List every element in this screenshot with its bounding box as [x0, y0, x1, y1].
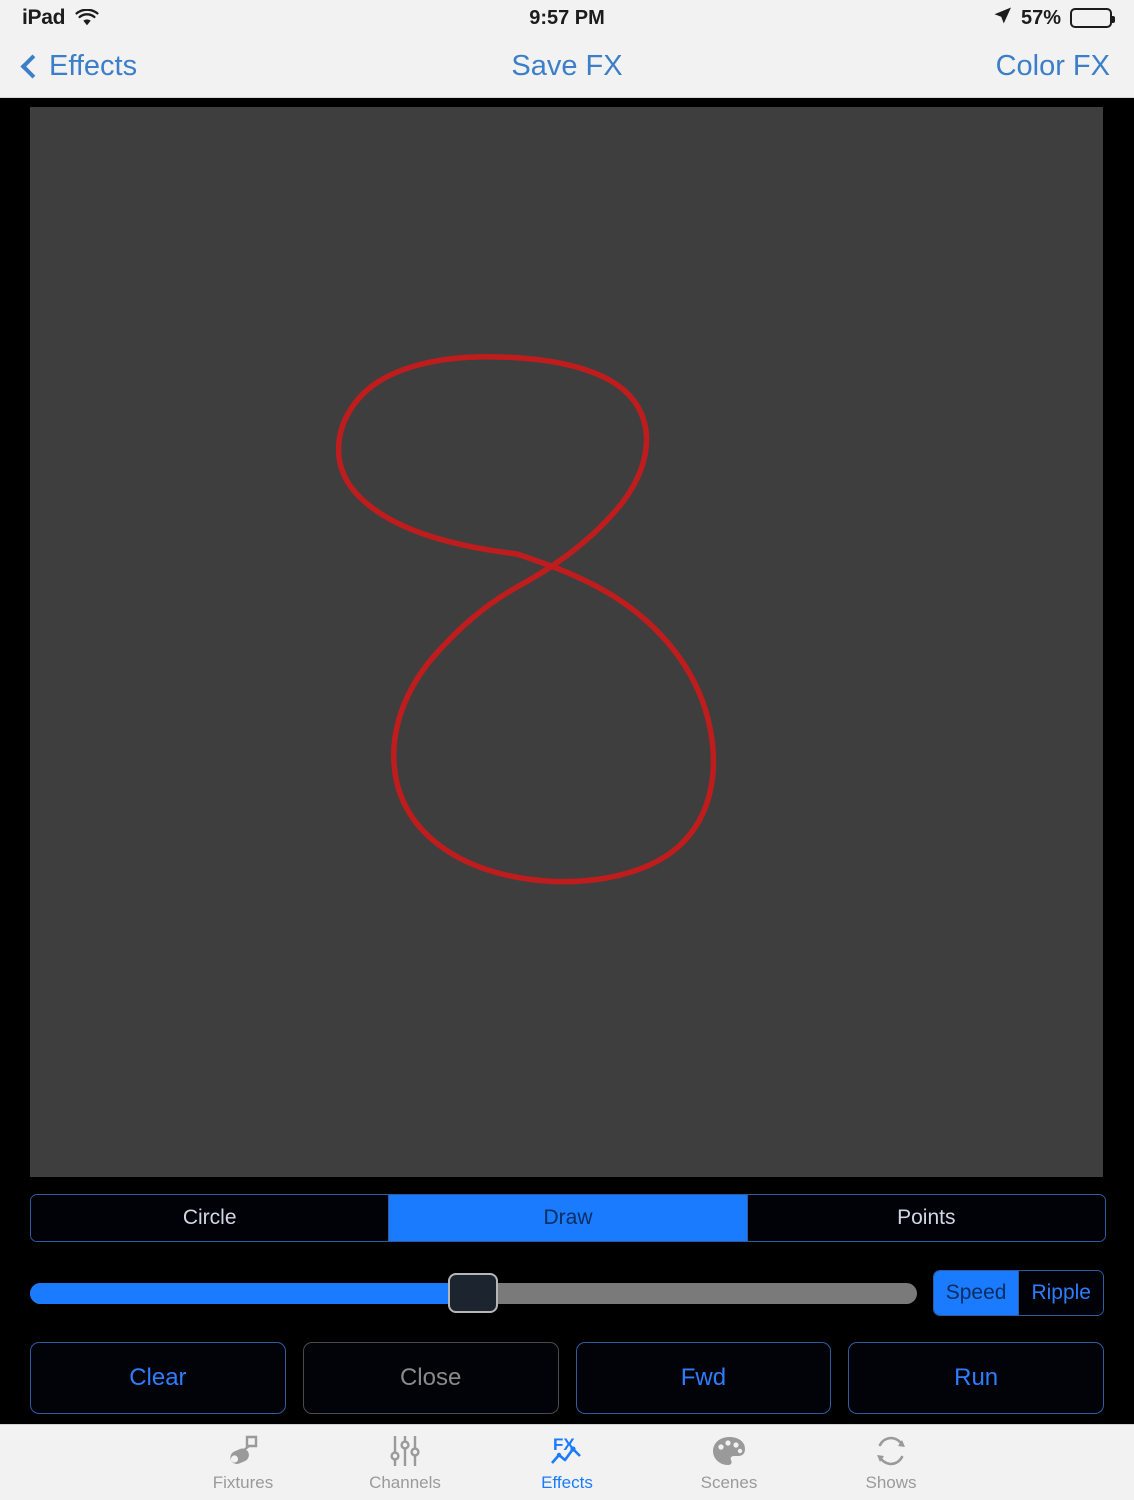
status-bar: iPad 9:57 PM 57% — [0, 0, 1134, 36]
close-button: Close — [302, 1342, 559, 1414]
faders-icon — [389, 1432, 421, 1470]
tab-effects[interactable]: FX Effects — [486, 1425, 648, 1500]
toggle-ripple[interactable]: Ripple — [1019, 1271, 1103, 1315]
battery-percent-label: 57% — [1020, 6, 1061, 29]
navigation-bar: Effects Save FX Color FX — [0, 36, 1134, 98]
drawn-path-svg — [335, 353, 717, 885]
battery-icon — [1070, 8, 1115, 28]
tab-label-fixtures: Fixtures — [212, 1473, 274, 1492]
tab-label-channels: Channels — [369, 1473, 441, 1492]
color-fx-button[interactable]: Color FX — [996, 50, 1110, 83]
fwd-button[interactable]: Fwd — [575, 1342, 832, 1414]
tab-label-effects: Effects — [541, 1473, 593, 1492]
clear-button[interactable]: Clear — [30, 1342, 286, 1414]
controls-panel: Circle Draw Points Speed Ripple Clear Cl… — [0, 1185, 1134, 1424]
shape-mode-draw[interactable]: Draw — [389, 1195, 748, 1241]
refresh-circle-icon — [874, 1432, 908, 1470]
stage-light-icon — [225, 1432, 261, 1470]
speed-slider-row: Speed Ripple — [30, 1270, 1104, 1316]
fx-icon: FX — [549, 1432, 585, 1470]
save-fx-button[interactable]: Save FX — [0, 50, 1134, 83]
slider-thumb[interactable] — [448, 1273, 499, 1313]
tab-channels[interactable]: Channels — [324, 1425, 486, 1500]
canvas-container — [0, 98, 1134, 1185]
carrier-label: iPad — [22, 6, 66, 29]
toggle-speed[interactable]: Speed — [933, 1271, 1020, 1315]
app-root: iPad 9:57 PM 57% Effects Save FX Color F… — [0, 0, 1134, 1500]
status-bar-clock: 9:57 PM — [529, 6, 605, 29]
speed-ripple-toggle[interactable]: Speed Ripple — [932, 1270, 1104, 1316]
action-button-row: Clear Close Fwd Run — [30, 1342, 1104, 1414]
slider-fill — [30, 1282, 474, 1304]
tab-scenes[interactable]: Scenes — [648, 1425, 810, 1500]
wifi-icon — [75, 9, 99, 27]
palette-icon — [711, 1432, 747, 1470]
speed-slider[interactable] — [30, 1273, 917, 1313]
tab-shows[interactable]: Shows — [810, 1425, 972, 1500]
tab-fixtures[interactable]: Fixtures — [162, 1425, 324, 1500]
status-bar-right: 57% — [993, 6, 1115, 30]
tab-label-scenes: Scenes — [700, 1473, 758, 1492]
tab-bar: Fixtures Channels FX Effects Scenes Show… — [0, 1424, 1134, 1500]
status-bar-left: iPad — [22, 6, 99, 30]
location-arrow-icon — [993, 6, 1012, 30]
tab-label-shows: Shows — [865, 1473, 917, 1492]
shape-mode-row: Circle Draw Points — [30, 1194, 1106, 1242]
run-button[interactable]: Run — [848, 1342, 1104, 1414]
fx-draw-canvas[interactable] — [30, 107, 1103, 1177]
shape-mode-segmented-control[interactable]: Circle Draw Points — [30, 1194, 1106, 1242]
shape-mode-circle[interactable]: Circle — [31, 1195, 390, 1241]
shape-mode-points[interactable]: Points — [747, 1195, 1105, 1241]
